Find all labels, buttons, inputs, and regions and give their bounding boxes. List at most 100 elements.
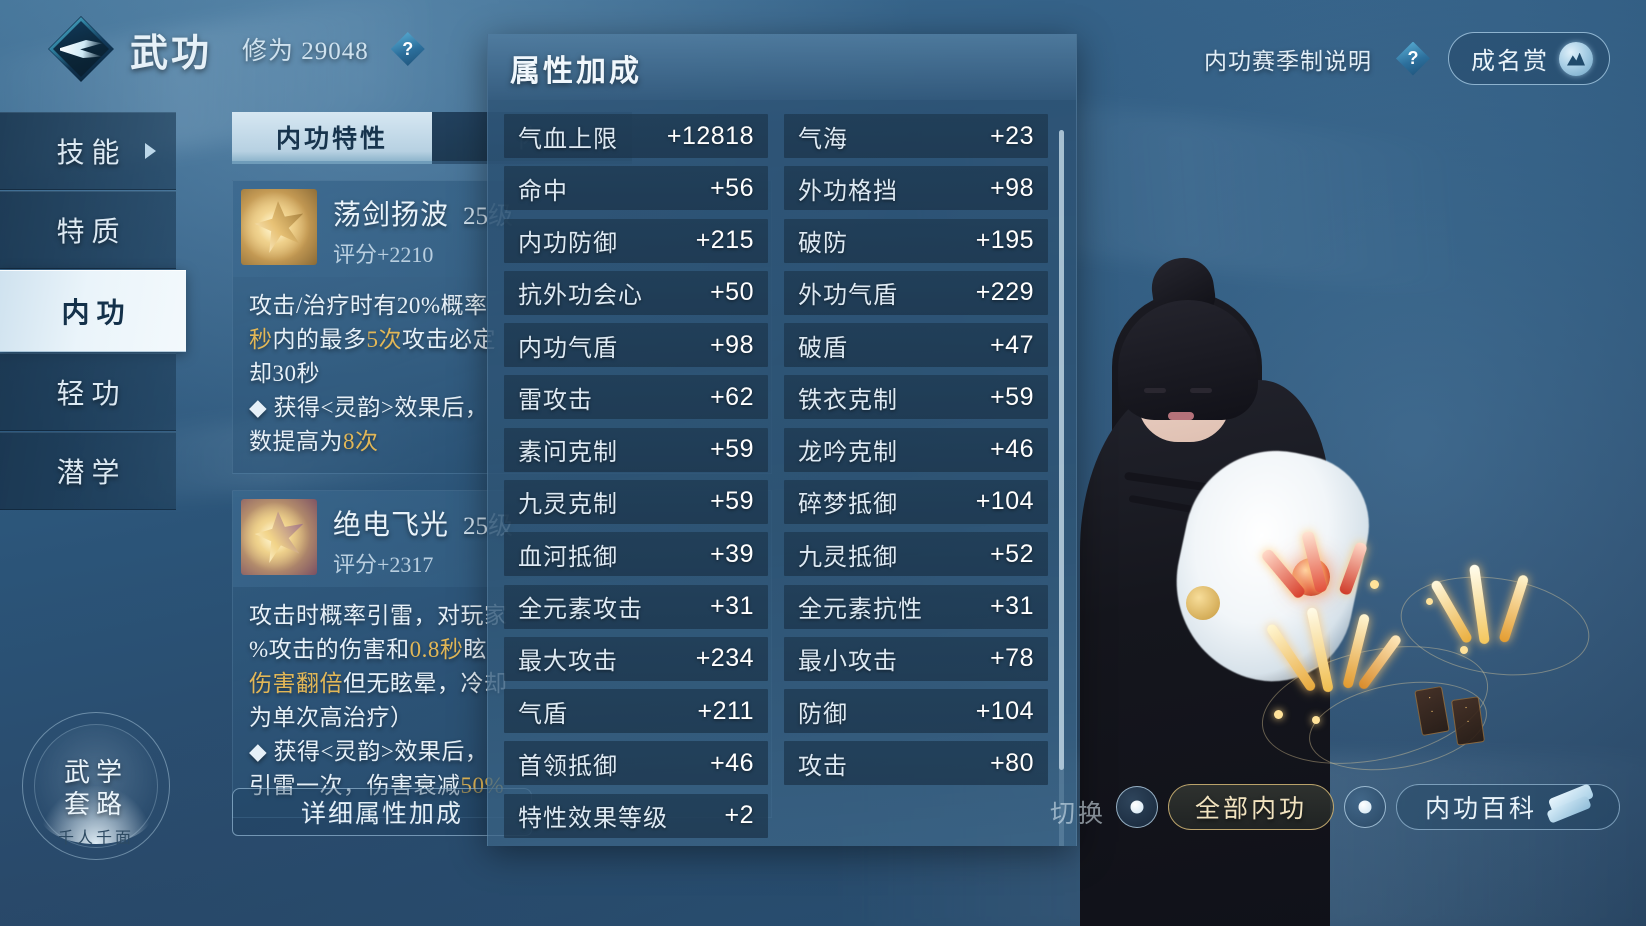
attribute-name: 九灵抵御 bbox=[798, 544, 898, 571]
game-screen: · · · · 武功 修为 29048 ? 内功赛季制说明 ? 成名赏 技能 特… bbox=[0, 0, 1646, 926]
attribute-name: 最小攻击 bbox=[798, 649, 898, 676]
golden-sword-burst-icon bbox=[241, 189, 317, 265]
skill-name: 绝电飞光 bbox=[333, 510, 450, 542]
attribute-value: +52 bbox=[990, 539, 1034, 568]
attribute-name: 铁衣克制 bbox=[798, 387, 898, 414]
badge-subtitle: 千人千面 bbox=[57, 830, 134, 847]
skill-desc-highlight: 5次 bbox=[366, 327, 402, 353]
attribute-value: +46 bbox=[990, 435, 1034, 464]
attribute-row: 血河抵御 +39 bbox=[504, 532, 768, 577]
skill-desc-highlight: 8次 bbox=[343, 429, 379, 455]
attribute-name: 气盾 bbox=[518, 701, 568, 728]
attribute-value: +59 bbox=[990, 382, 1034, 411]
attribute-row: 碎梦抵御 +104 bbox=[784, 479, 1048, 524]
attribute-row: 九灵抵御 +52 bbox=[784, 532, 1048, 577]
attribute-bonus-panel: 属性加成 气血上限 +12818 气海 +23 命中 +56 外功格挡 +98 内功防御 +215… bbox=[487, 34, 1077, 846]
sidebar-item-lightness[interactable]: 轻功 bbox=[0, 353, 176, 431]
all-inner-power-button[interactable]: 全部内功 bbox=[1167, 784, 1334, 830]
martial-routine-badge[interactable]: 武学 套路 千人千面 bbox=[22, 712, 170, 860]
sidebar-item-label: 内功 bbox=[61, 298, 132, 329]
orbit-circle-icon[interactable] bbox=[1115, 786, 1158, 828]
inner-power-encyclopedia-button[interactable]: 内功百科 bbox=[1395, 783, 1620, 830]
skill-name: 荡剑扬波 bbox=[333, 200, 450, 231]
attribute-value: +104 bbox=[975, 487, 1034, 516]
attribute-row: 破防 +195 bbox=[784, 218, 1048, 263]
attribute-row: 最大攻击 +234 bbox=[504, 636, 768, 681]
attribute-name: 气血上限 bbox=[518, 126, 618, 153]
attribute-value: +211 bbox=[697, 696, 754, 725]
sidebar-item-label: 轻功 bbox=[56, 379, 127, 410]
skill-desc-line: ◆ 获得<灵韵>效果后， bbox=[249, 395, 489, 421]
attribute-value: +62 bbox=[710, 382, 754, 411]
attribute-name: 防御 bbox=[798, 701, 848, 728]
attribute-name: 内功防御 bbox=[518, 231, 618, 258]
attribute-value: +39 bbox=[710, 539, 754, 568]
scrollbar-thumb[interactable] bbox=[1059, 130, 1064, 770]
attribute-row: 内功气盾 +98 bbox=[504, 323, 768, 368]
skill-desc-line: 内的最多 bbox=[272, 327, 367, 353]
attribute-name: 抗外功会心 bbox=[518, 283, 643, 310]
attribute-value: +78 bbox=[990, 644, 1034, 673]
attribute-name: 全元素抗性 bbox=[798, 597, 923, 624]
sidebar-item-traits[interactable]: 特质 bbox=[0, 191, 176, 269]
skill-desc-line: 数提高为 bbox=[249, 429, 343, 455]
attribute-name: 素问克制 bbox=[518, 440, 618, 467]
skill-desc-line: 为单次高治疗） bbox=[249, 705, 414, 731]
attribute-row: 最小攻击 +78 bbox=[784, 636, 1048, 681]
sidebar-item-hidden-study[interactable]: 潜学 bbox=[0, 432, 176, 510]
attribute-name: 碎梦抵御 bbox=[798, 492, 898, 519]
skill-desc-line: 眩 bbox=[463, 637, 487, 663]
cultivation-value: 修为 29048 bbox=[242, 38, 369, 65]
attribute-row: 全元素攻击 +31 bbox=[504, 584, 768, 629]
skill-desc-highlight: 伤害翻倍 bbox=[249, 671, 343, 697]
tab-inner-power-traits[interactable]: 内功特性 bbox=[232, 112, 432, 164]
attribute-row: 破盾 +47 bbox=[784, 323, 1048, 368]
attribute-name: 九灵克制 bbox=[518, 492, 618, 519]
attribute-row: 气盾 +211 bbox=[504, 689, 768, 734]
attribute-value: +80 bbox=[990, 748, 1034, 777]
attribute-name: 命中 bbox=[518, 178, 568, 205]
question-mark-icon[interactable]: ? bbox=[390, 32, 425, 66]
attribute-value: +2 bbox=[724, 801, 754, 830]
orbit-circle-icon[interactable] bbox=[1343, 786, 1386, 828]
question-mark-icon[interactable]: ? bbox=[1396, 41, 1430, 76]
skill-desc-line: ◆ 获得<灵韵>效果后， bbox=[249, 739, 489, 765]
sidebar-item-label: 潜学 bbox=[56, 458, 127, 489]
attribute-row: 龙吟克制 +46 bbox=[784, 427, 1048, 472]
attribute-panel-title: 属性加成 bbox=[510, 55, 642, 88]
diamond-emblem-icon bbox=[48, 16, 114, 82]
attribute-name: 外功格挡 bbox=[798, 178, 898, 205]
chevron-right-icon bbox=[145, 143, 156, 159]
attribute-row: 抗外功会心 +50 bbox=[504, 270, 768, 315]
attribute-row: 九灵克制 +59 bbox=[504, 479, 768, 524]
switch-label[interactable]: 切换 bbox=[1050, 794, 1106, 830]
lightning-wing-icon bbox=[241, 499, 317, 576]
encyclopedia-label: 内功百科 bbox=[1424, 796, 1537, 823]
fame-reward-label: 成名赏 bbox=[1471, 49, 1549, 75]
attribute-value: +59 bbox=[710, 487, 754, 516]
panel-scrollbar[interactable] bbox=[1059, 130, 1064, 846]
attribute-row: 首领抵御 +46 bbox=[504, 741, 768, 786]
attribute-row: 防御 +104 bbox=[784, 689, 1048, 734]
attribute-row: 攻击 +80 bbox=[784, 741, 1048, 786]
sidebar-item-label: 技能 bbox=[56, 138, 127, 169]
attribute-name: 破防 bbox=[798, 231, 848, 258]
fame-reward-button[interactable]: 成名赏 bbox=[1448, 32, 1610, 85]
skill-desc-line: 但无眩晕，冷却 bbox=[343, 671, 508, 697]
attribute-row: 气血上限 +12818 bbox=[504, 114, 768, 158]
season-info-link[interactable]: 内功赛季制说明 bbox=[1204, 42, 1372, 76]
attribute-row: 雷攻击 +62 bbox=[504, 375, 768, 420]
attribute-row: 铁衣克制 +59 bbox=[784, 375, 1048, 420]
attribute-name: 外功气盾 bbox=[798, 283, 898, 310]
mountain-badge-icon bbox=[1559, 41, 1593, 76]
attribute-name: 首领抵御 bbox=[518, 753, 618, 780]
attribute-name: 雷攻击 bbox=[518, 387, 593, 414]
sidebar-item-skills[interactable]: 技能 bbox=[0, 112, 176, 190]
skill-desc-highlight: 0.8秒 bbox=[409, 637, 464, 663]
sidebar-item-inner-power[interactable]: 内功 bbox=[0, 270, 186, 352]
attribute-value: +56 bbox=[710, 173, 754, 202]
attribute-name: 气海 bbox=[798, 126, 848, 153]
bottom-action-bar: 全部内功 内功百科 bbox=[1115, 783, 1620, 830]
attribute-row: 素问克制 +59 bbox=[504, 427, 768, 472]
attribute-value: +98 bbox=[990, 173, 1034, 202]
